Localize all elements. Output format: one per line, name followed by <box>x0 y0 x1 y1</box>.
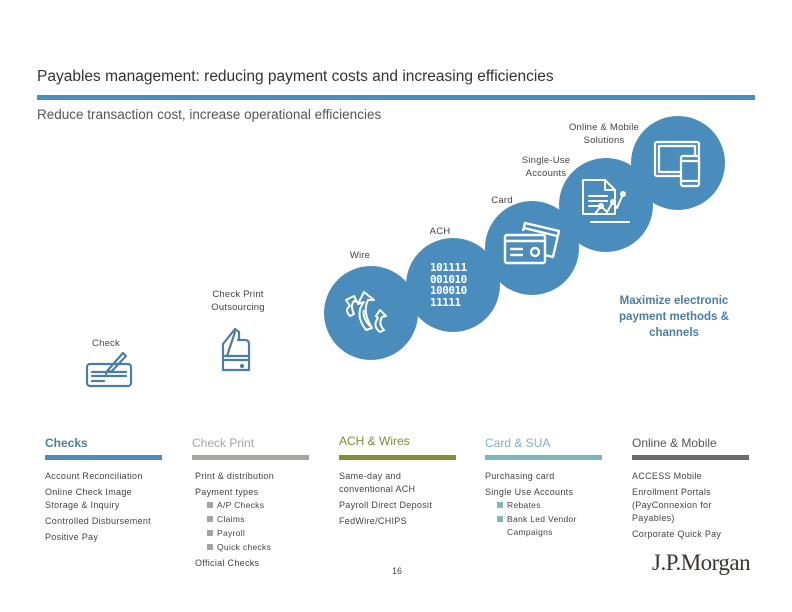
list-item: Same-day and conventional ACH <box>339 471 416 494</box>
list-item: FedWire/CHIPS <box>339 516 407 526</box>
step-label-line: ACH <box>429 226 451 237</box>
binary-line: 101111 <box>430 261 467 274</box>
step-label-wire: Wire <box>340 249 380 262</box>
callout-line: payment methods & <box>619 311 729 323</box>
list-item: Payroll Direct Deposit <box>339 500 433 510</box>
column-bar <box>192 455 309 460</box>
check-pen-icon <box>84 350 136 390</box>
list-item: Account Reconciliation <box>45 471 143 481</box>
column-heading: ACH & Wires <box>339 434 410 448</box>
column-heading: Checks <box>45 436 88 450</box>
list-item: ACCESS Mobile <box>632 471 702 481</box>
list-item: Controlled Disbursement <box>45 516 151 526</box>
callout-line: Maximize electronic <box>619 295 729 307</box>
sub-item-text: A/P Checks <box>217 500 265 510</box>
column-bar <box>45 455 162 460</box>
online-mobile-circle <box>631 116 725 210</box>
sub-list-item: Bank Led Vendor Campaigns <box>485 513 587 539</box>
callout-line: channels <box>649 327 699 339</box>
page-subtitle: Reduce transaction cost, increase operat… <box>37 107 382 122</box>
binary-code-icon: 101111 001010 100010 11111 <box>430 262 480 308</box>
bullet-icon <box>497 516 503 522</box>
page-title: Payables management: reducing payment co… <box>37 68 554 85</box>
jpmorgan-logo: J.P.Morgan <box>652 550 751 575</box>
step-label-check-print: Check Print Outsourcing <box>202 288 274 314</box>
column-heading: Check Print <box>192 436 255 450</box>
wire-circle <box>324 266 418 360</box>
step-label-line: Check Print <box>212 289 264 300</box>
step-label-line: Check <box>92 338 120 349</box>
column-online-mobile: Online & Mobile ACCESS Mobile Enrollment… <box>632 436 750 544</box>
bullet-icon <box>207 516 213 522</box>
tablet-phone-icon <box>653 140 701 188</box>
list-item: Positive Pay <box>45 532 99 542</box>
sub-list-item: Quick checks <box>195 541 310 554</box>
printer-icon <box>218 326 254 374</box>
list-item: Single Use Accounts <box>485 487 574 497</box>
column-bar <box>632 455 749 460</box>
bullet-icon <box>207 502 213 508</box>
sub-item-text: Rebates <box>507 500 541 510</box>
sub-list-item: A/P Checks <box>195 499 310 512</box>
step-label-line: Outsourcing <box>211 302 265 313</box>
binary-line: 11111 <box>430 295 461 309</box>
column-check-print: Check Print Print & distribution Payment… <box>192 436 310 573</box>
sub-item-text: Bank Led Vendor Campaigns <box>507 514 577 537</box>
column-card-sua: Card & SUA Purchasing card Single Use Ac… <box>485 436 603 540</box>
list-item: Print & distribution <box>195 471 275 481</box>
column-ach-wires: ACH & Wires Same-day and conventional AC… <box>339 434 457 531</box>
bullet-icon <box>207 530 213 536</box>
page-number: 16 <box>392 566 403 576</box>
title-underline-bar <box>37 95 755 100</box>
column-bar <box>339 455 456 460</box>
sub-list-item: Payroll <box>195 527 310 540</box>
step-label-check: Check <box>86 337 126 350</box>
list-item: Official Checks <box>195 558 260 568</box>
list-item: Corporate Quick Pay <box>632 529 722 539</box>
list-item: Online Check Image Storage & Inquiry <box>45 487 132 510</box>
bullet-icon <box>207 544 213 550</box>
list-item: Purchasing card <box>485 471 555 481</box>
column-checks: Checks Account Reconciliation Online Che… <box>45 436 163 547</box>
sub-list-item: Rebates <box>485 499 603 512</box>
curved-arrows-icon <box>345 291 387 333</box>
column-heading: Online & Mobile <box>632 436 717 450</box>
sub-item-text: Quick checks <box>217 542 272 552</box>
list-item: Payment types <box>195 487 259 497</box>
sub-list-item: Claims <box>195 513 310 526</box>
step-label-line: Wire <box>349 250 371 261</box>
column-bar <box>485 455 602 460</box>
callout-maximize-electronic: Maximize electronic payment methods & ch… <box>604 293 744 341</box>
bullet-icon <box>497 502 503 508</box>
binary-line: 100010 <box>430 284 467 297</box>
column-heading: Card & SUA <box>485 436 551 450</box>
step-label-ach: ACH <box>420 225 460 238</box>
list-item: Enrollment Portals (PayConnexion for Pay… <box>632 487 712 523</box>
